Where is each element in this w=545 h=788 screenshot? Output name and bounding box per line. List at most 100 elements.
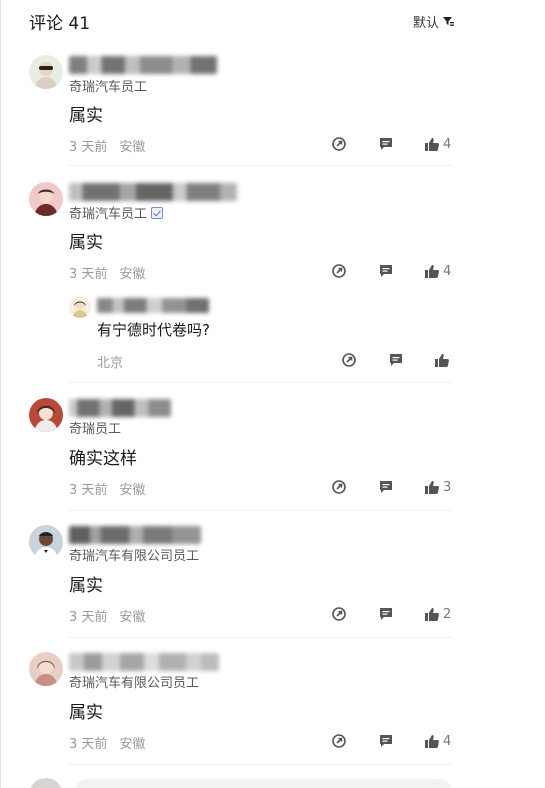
reply-reply-button[interactable]: [388, 352, 404, 368]
comment-time: 3 天前: [69, 483, 108, 498]
comment-icon: [380, 735, 392, 747]
repost-icon: [332, 137, 346, 151]
username-redacted[interactable]: [69, 399, 171, 417]
username-redacted[interactable]: [69, 653, 219, 671]
like-count: 2: [443, 606, 452, 622]
user-title: 奇瑞汽车员工: [69, 76, 147, 95]
reply-button[interactable]: [378, 136, 394, 152]
avatar[interactable]: [29, 182, 63, 216]
comment-text: 属实: [69, 233, 103, 253]
reply-username-redacted[interactable]: [97, 298, 209, 313]
current-user-avatar: [29, 778, 63, 788]
repost-icon: [332, 607, 346, 621]
repost-button[interactable]: [331, 606, 347, 622]
comment-text: 属实: [69, 106, 103, 126]
like-button[interactable]: 3: [424, 479, 451, 495]
reply-button[interactable]: [378, 479, 394, 495]
comment-time: 3 天前: [69, 610, 108, 625]
user-title: 奇瑞汽车有限公司员工: [69, 672, 199, 691]
reply-like-button[interactable]: [434, 352, 450, 368]
repost-button[interactable]: [331, 263, 347, 279]
comments-title: 评论 41: [29, 13, 91, 34]
like-count: 4: [443, 136, 452, 152]
thumbs-up-icon: [425, 735, 439, 748]
comment-meta: 3 天前 安徽: [69, 479, 145, 498]
comment-icon: [380, 265, 392, 277]
comment-text: 属实: [69, 703, 103, 723]
repost-icon: [332, 480, 346, 494]
like-button[interactable]: 2: [424, 606, 451, 622]
reply-button[interactable]: [378, 263, 394, 279]
avatar[interactable]: [29, 398, 63, 432]
like-count: 4: [443, 263, 452, 279]
repost-button[interactable]: [331, 136, 347, 152]
comment-panel: 评论 41 默认 奇瑞汽车员工 属实 3 天前 安徽 4 奇瑞汽车员工 属实 3 …: [0, 0, 545, 788]
reply-location: 北京: [97, 356, 124, 371]
comments-header: 评论 41 默认: [29, 8, 454, 34]
filter-icon: [443, 17, 454, 26]
verified-badge-icon: [151, 206, 164, 219]
comment-meta: 3 天前 安徽: [69, 606, 145, 625]
comment-text: 确实这样: [69, 449, 137, 469]
like-count: 4: [443, 733, 452, 749]
avatar[interactable]: [29, 525, 63, 559]
repost-icon: [332, 264, 346, 278]
username-redacted[interactable]: [69, 526, 201, 544]
thumbs-up-icon: [425, 481, 439, 494]
user-title-text: 奇瑞员工: [69, 422, 122, 437]
like-button[interactable]: 4: [424, 263, 451, 279]
repost-button[interactable]: [331, 733, 347, 749]
reply-text: 有宁德时代卷吗?: [97, 321, 210, 339]
divider: [69, 637, 452, 638]
comment-meta: 3 天前 安徽: [69, 733, 145, 752]
user-title: 奇瑞员工: [69, 418, 121, 437]
comment-input[interactable]: [73, 779, 453, 788]
repost-icon: [342, 353, 356, 367]
divider: [69, 510, 452, 511]
divider: [69, 764, 452, 765]
comment-text: 属实: [69, 576, 103, 596]
comment-location: 安徽: [119, 737, 146, 752]
avatar[interactable]: [29, 652, 63, 686]
user-title-text: 奇瑞汽车有限公司员工: [69, 676, 200, 691]
comment-time: 3 天前: [69, 140, 108, 155]
comment-time: 3 天前: [69, 267, 108, 282]
reply-repost-button[interactable]: [341, 352, 357, 368]
thumbs-up-icon: [435, 354, 449, 367]
repost-icon: [332, 734, 346, 748]
reply-meta: 北京: [97, 352, 123, 371]
thumbs-up-icon: [425, 138, 439, 151]
user-title: 奇瑞汽车有限公司员工: [69, 545, 199, 564]
comment-location: 安徽: [119, 483, 146, 498]
user-title-text: 奇瑞汽车有限公司员工: [69, 549, 200, 564]
user-title-text: 奇瑞汽车员工: [69, 207, 148, 222]
like-button[interactable]: 4: [424, 733, 451, 749]
username-redacted[interactable]: [69, 183, 237, 201]
reply-button[interactable]: [378, 733, 394, 749]
reply-button[interactable]: [378, 606, 394, 622]
comment-meta: 3 天前 安徽: [69, 263, 145, 282]
reply-avatar[interactable]: [69, 296, 91, 318]
comment-icon: [380, 481, 392, 493]
username-redacted[interactable]: [69, 56, 217, 74]
user-title: 奇瑞汽车员工: [69, 203, 164, 222]
avatar[interactable]: [29, 55, 63, 89]
comment-icon: [380, 608, 392, 620]
like-button[interactable]: 4: [424, 136, 451, 152]
like-count: 3: [443, 479, 452, 495]
sort-label: 默认: [412, 15, 439, 31]
comment-icon: [380, 138, 392, 150]
thumbs-up-icon: [425, 265, 439, 278]
comment-location: 安徽: [119, 610, 146, 625]
comment-icon: [390, 354, 402, 366]
divider: [69, 382, 452, 383]
comment-location: 安徽: [119, 267, 146, 282]
divider: [69, 165, 452, 166]
user-title-text: 奇瑞汽车员工: [69, 80, 148, 95]
comment-location: 安徽: [119, 140, 146, 155]
thumbs-up-icon: [425, 608, 439, 621]
comment-time: 3 天前: [69, 737, 108, 752]
comment-meta: 3 天前 安徽: [69, 136, 145, 155]
sort-button[interactable]: 默认: [413, 12, 454, 31]
repost-button[interactable]: [331, 479, 347, 495]
